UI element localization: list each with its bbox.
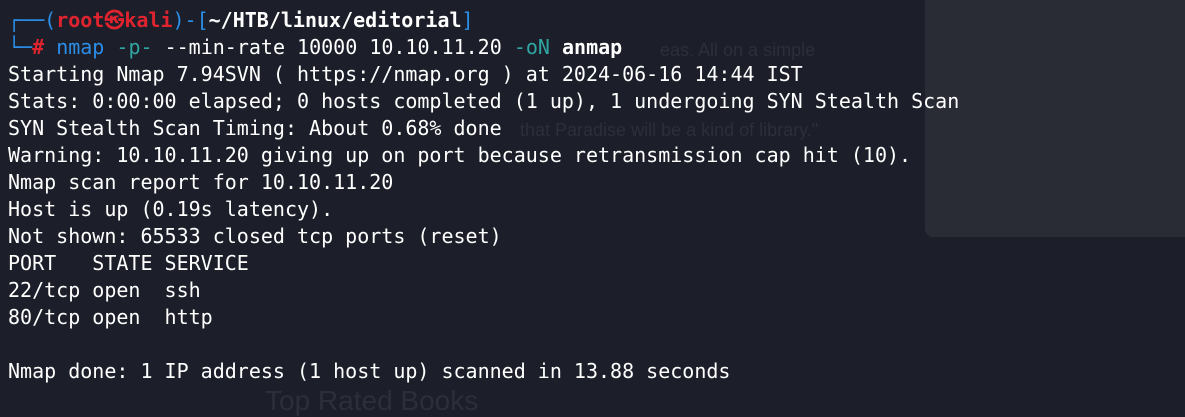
command-arg: 10000 (297, 35, 358, 59)
command-arg: 10.10.11.20 (369, 35, 502, 59)
prompt-path: ~/HTB/linux/editorial (208, 8, 462, 32)
prompt-corner: ┌──( (8, 8, 57, 32)
output-line: SYN Stealth Scan Timing: About 0.68% don… (8, 116, 502, 140)
output-line: 22/tcp open ssh (8, 278, 201, 302)
prompt-close: ] (461, 8, 474, 32)
prompt-separator: )-[ (172, 8, 209, 32)
output-line: PORT STATE SERVICE (8, 251, 249, 275)
prompt-line: ┌──(root㉿kali)-[~/HTB/linux/editorial] (8, 7, 474, 34)
output-line: Warning: 10.10.11.20 giving up on port b… (8, 143, 912, 167)
prompt-user: root (56, 8, 105, 32)
prompt-corner: └─ (8, 35, 33, 59)
command-flag: -p- (116, 35, 153, 59)
output-line: Nmap done: 1 IP address (1 host up) scan… (8, 359, 731, 383)
prompt-host: kali (124, 8, 173, 32)
output-line: Nmap scan report for 10.10.11.20 (8, 170, 394, 194)
output-line: Stats: 0:00:00 elapsed; 0 hosts complete… (8, 89, 960, 113)
output-line: 80/tcp open http (8, 305, 213, 329)
prompt-symbol: # (32, 35, 45, 59)
output-line: Host is up (0.19s latency). (8, 197, 334, 221)
terminal-window[interactable]: ┌──(root㉿kali)-[~/HTB/linux/editorial] └… (0, 0, 1185, 407)
command-flag: --min-rate (164, 35, 285, 59)
output-line: Not shown: 65533 closed tcp ports (reset… (8, 224, 502, 248)
command-flag: -oN (513, 35, 550, 59)
skull-icon: ㉿ (104, 8, 125, 32)
command-arg: anmap (561, 35, 623, 59)
output-line: Starting Nmap 7.94SVN ( https://nmap.org… (8, 62, 803, 86)
command-line[interactable]: └─# nmap -p- --min-rate 10000 10.10.11.2… (8, 34, 622, 61)
command-program: nmap (56, 35, 105, 59)
